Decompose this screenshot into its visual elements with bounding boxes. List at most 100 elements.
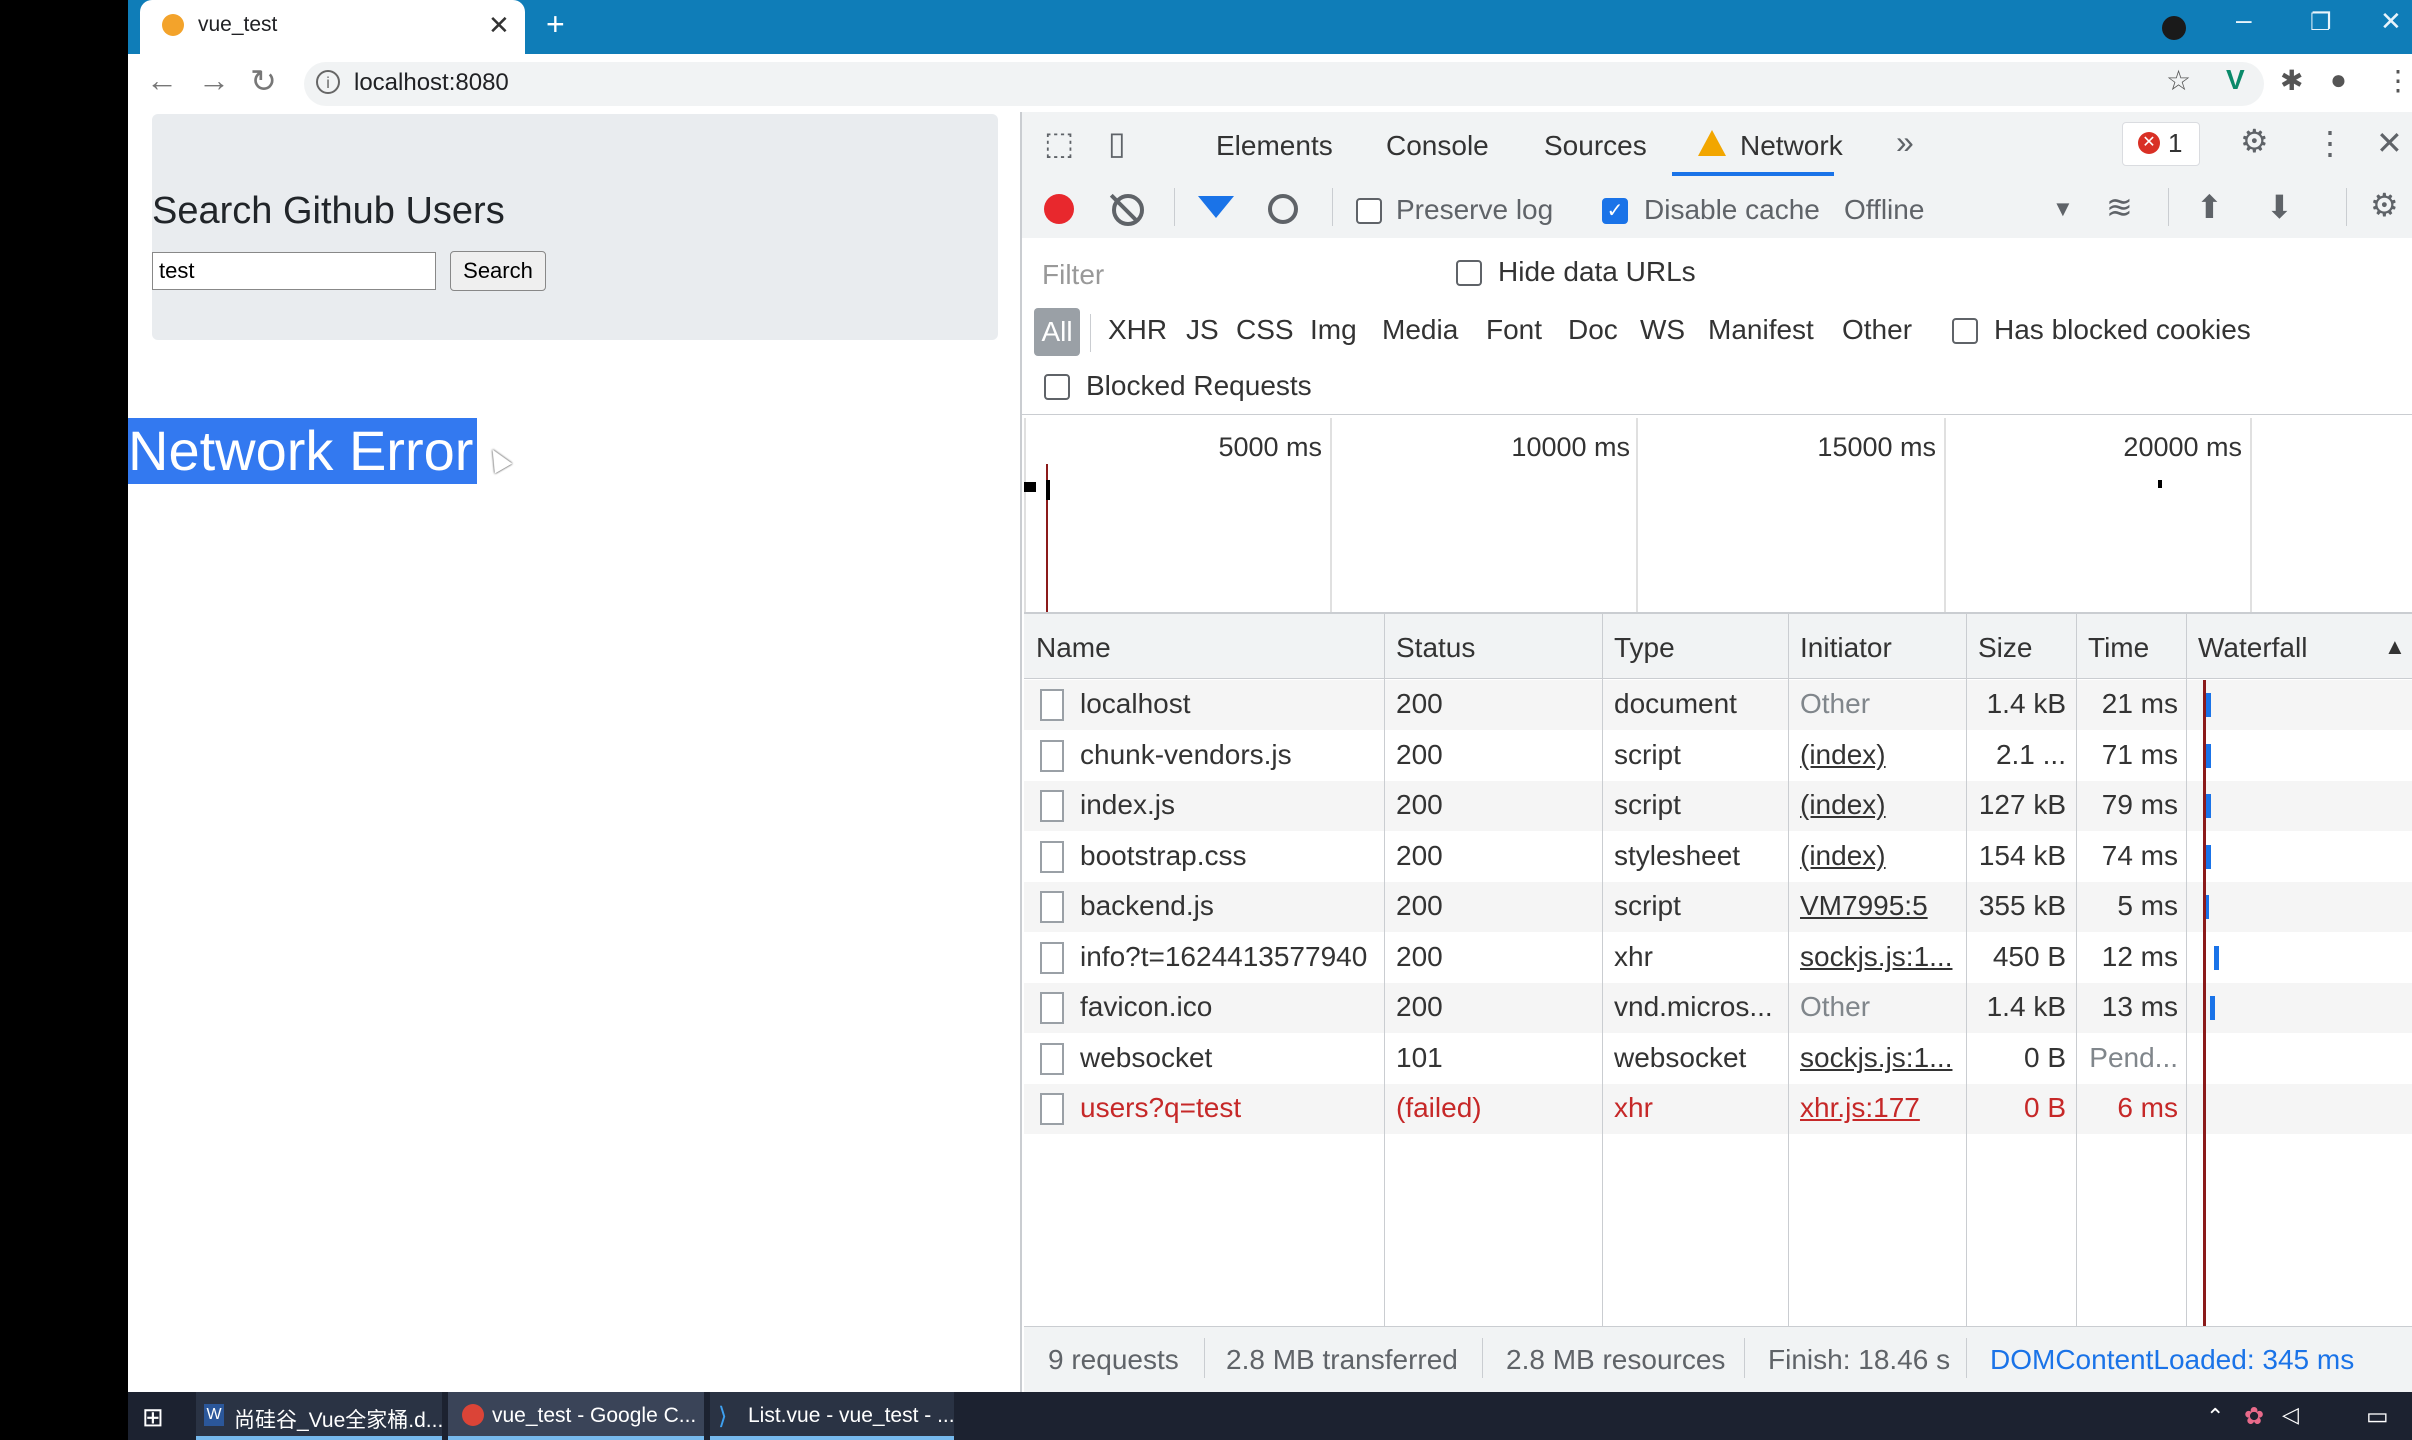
taskbar-item-label: 尚硅谷_Vue全家桶.d... (234, 1409, 444, 1432)
type-filter-doc[interactable]: Doc (1568, 314, 1618, 346)
has-blocked-cookies-checkbox[interactable] (1952, 318, 1978, 344)
request-name: backend.js (1080, 890, 1214, 921)
account-icon[interactable]: ● (2330, 64, 2347, 96)
request-initiator[interactable]: (index) (1800, 840, 1886, 872)
network-settings-gear-icon[interactable]: ⚙ (2370, 186, 2399, 224)
overview-tick-label: 20000 ms (2123, 432, 2242, 462)
column-header-name[interactable]: Name (1036, 632, 1111, 664)
star-icon[interactable]: ☆ (2166, 64, 2191, 97)
search-icon[interactable] (1268, 194, 1298, 224)
error-count-badge[interactable] (2122, 122, 2200, 166)
request-initiator[interactable]: xhr.js:177 (1800, 1092, 1920, 1124)
error-message: Network Error (128, 418, 478, 484)
taskbar-active-indicator (710, 1436, 954, 1440)
search-button[interactable]: Search (450, 251, 546, 291)
forward-icon[interactable]: → (198, 62, 230, 99)
tab-console[interactable]: Console (1386, 130, 1489, 162)
inspect-element-icon[interactable]: ⬚ (1044, 124, 1074, 162)
profile-icon[interactable] (2162, 16, 2186, 40)
tray-app-icon[interactable]: ✿ (2244, 1402, 2264, 1431)
close-devtools-icon[interactable]: ✕ (2376, 124, 2403, 162)
type-filter-manifest[interactable]: Manifest (1708, 314, 1814, 346)
blocked-requests-checkbox[interactable] (1044, 374, 1070, 400)
type-filter-ws[interactable]: WS (1640, 314, 1685, 346)
devtools-menu-icon[interactable]: ⋮ (2314, 124, 2346, 162)
column-header-time[interactable]: Time (2088, 632, 2149, 664)
extensions-icon[interactable]: ✱ (2280, 64, 2303, 97)
menu-icon[interactable]: ⋮ (2384, 64, 2412, 97)
column-header-size[interactable]: Size (1978, 632, 2032, 664)
type-filter-js[interactable]: JS (1186, 314, 1219, 346)
column-header-initiator[interactable]: Initiator (1800, 632, 1892, 664)
warning-icon (1698, 130, 1726, 156)
overview-request-mark (1046, 480, 1050, 500)
chevron-down-icon[interactable]: ▼ (2052, 196, 2074, 222)
type-filter-xhr[interactable]: XHR (1108, 314, 1167, 346)
request-time: 12 ms (2101, 941, 2178, 972)
vue-favicon-icon (162, 14, 184, 36)
close-tab-icon[interactable]: ✕ (488, 10, 510, 41)
settings-gear-icon[interactable]: ⚙ (2240, 122, 2269, 160)
search-input[interactable] (152, 252, 436, 290)
close-window-icon[interactable]: ✕ (2380, 6, 2402, 37)
disable-cache-label: Disable cache (1644, 194, 1820, 225)
request-size: 127 kB (1978, 789, 2066, 820)
error-count: 1 (2168, 128, 2183, 158)
request-initiator[interactable]: (index) (1800, 789, 1886, 821)
url-text[interactable]: localhost:8080 (354, 69, 509, 97)
windows-start-icon[interactable]: ⊞ (142, 1402, 164, 1433)
type-filter-css[interactable]: CSS (1236, 314, 1294, 346)
overview-tick-label: 15000 ms (1817, 432, 1936, 462)
reload-icon[interactable]: ↻ (250, 62, 277, 100)
restore-icon[interactable]: ❐ (2310, 8, 2332, 37)
preserve-log-checkbox[interactable] (1356, 198, 1382, 224)
info-icon[interactable]: i (316, 70, 340, 94)
address-bar[interactable] (304, 62, 2264, 106)
request-initiator[interactable]: (index) (1800, 739, 1886, 771)
filter-icon[interactable] (1198, 196, 1234, 218)
type-filter-font[interactable]: Font (1486, 314, 1542, 346)
more-tabs-icon[interactable]: » (1896, 124, 1914, 161)
tab-network[interactable]: Network (1740, 130, 1843, 162)
hide-data-urls-checkbox[interactable] (1456, 260, 1482, 286)
column-header-type[interactable]: Type (1614, 632, 1675, 664)
upload-icon[interactable]: ⬆ (2196, 188, 2223, 226)
request-status: 200 (1396, 890, 1443, 921)
request-name: chunk-vendors.js (1080, 739, 1292, 770)
back-icon[interactable]: ← (146, 62, 178, 99)
throttling-select[interactable]: Offline (1844, 194, 1924, 226)
taskbar-item-label: List.vue - vue_test - ... (748, 1404, 955, 1427)
type-filter-media[interactable]: Media (1382, 314, 1458, 346)
request-name: localhost (1080, 688, 1191, 719)
tab-elements[interactable]: Elements (1216, 130, 1333, 162)
request-initiator[interactable]: sockjs.js:1... (1800, 941, 1952, 973)
waterfall-bar (2206, 744, 2211, 768)
request-time: 79 ms (2101, 789, 2178, 820)
download-icon[interactable]: ⬇ (2266, 188, 2293, 226)
network-conditions-icon[interactable]: ≋ (2106, 188, 2133, 226)
device-toolbar-icon[interactable]: ▯ (1108, 124, 1126, 162)
tab-sources[interactable]: Sources (1544, 130, 1647, 162)
type-filter-all[interactable]: All (1034, 308, 1080, 356)
request-initiator[interactable]: VM7995:5 (1800, 890, 1928, 922)
chevron-up-icon[interactable]: ⌃ (2206, 1404, 2224, 1430)
request-initiator[interactable]: sockjs.js:1... (1800, 1042, 1952, 1074)
file-icon (1040, 942, 1064, 974)
sort-up-icon[interactable]: ▲ (2384, 634, 2406, 660)
vue-devtools-icon[interactable]: V (2226, 64, 2245, 96)
notifications-icon[interactable]: ▭ (2366, 1402, 2389, 1431)
overview-request-mark (2158, 480, 2162, 488)
type-filter-other[interactable]: Other (1842, 314, 1912, 346)
column-header-waterfall[interactable]: Waterfall (2198, 632, 2307, 664)
new-tab-icon[interactable]: + (546, 6, 565, 43)
disable-cache-checkbox[interactable]: ✓ (1602, 198, 1628, 224)
record-icon[interactable] (1044, 194, 1074, 224)
minimize-icon[interactable]: – (2236, 4, 2252, 36)
request-status: 200 (1396, 840, 1443, 871)
column-header-status[interactable]: Status (1396, 632, 1475, 664)
filter-input[interactable]: Filter (1032, 252, 1422, 298)
type-filter-img[interactable]: Img (1310, 314, 1357, 346)
request-type: stylesheet (1614, 840, 1741, 871)
request-time: 74 ms (2101, 840, 2178, 871)
volume-icon[interactable]: ◁ (2282, 1402, 2299, 1428)
